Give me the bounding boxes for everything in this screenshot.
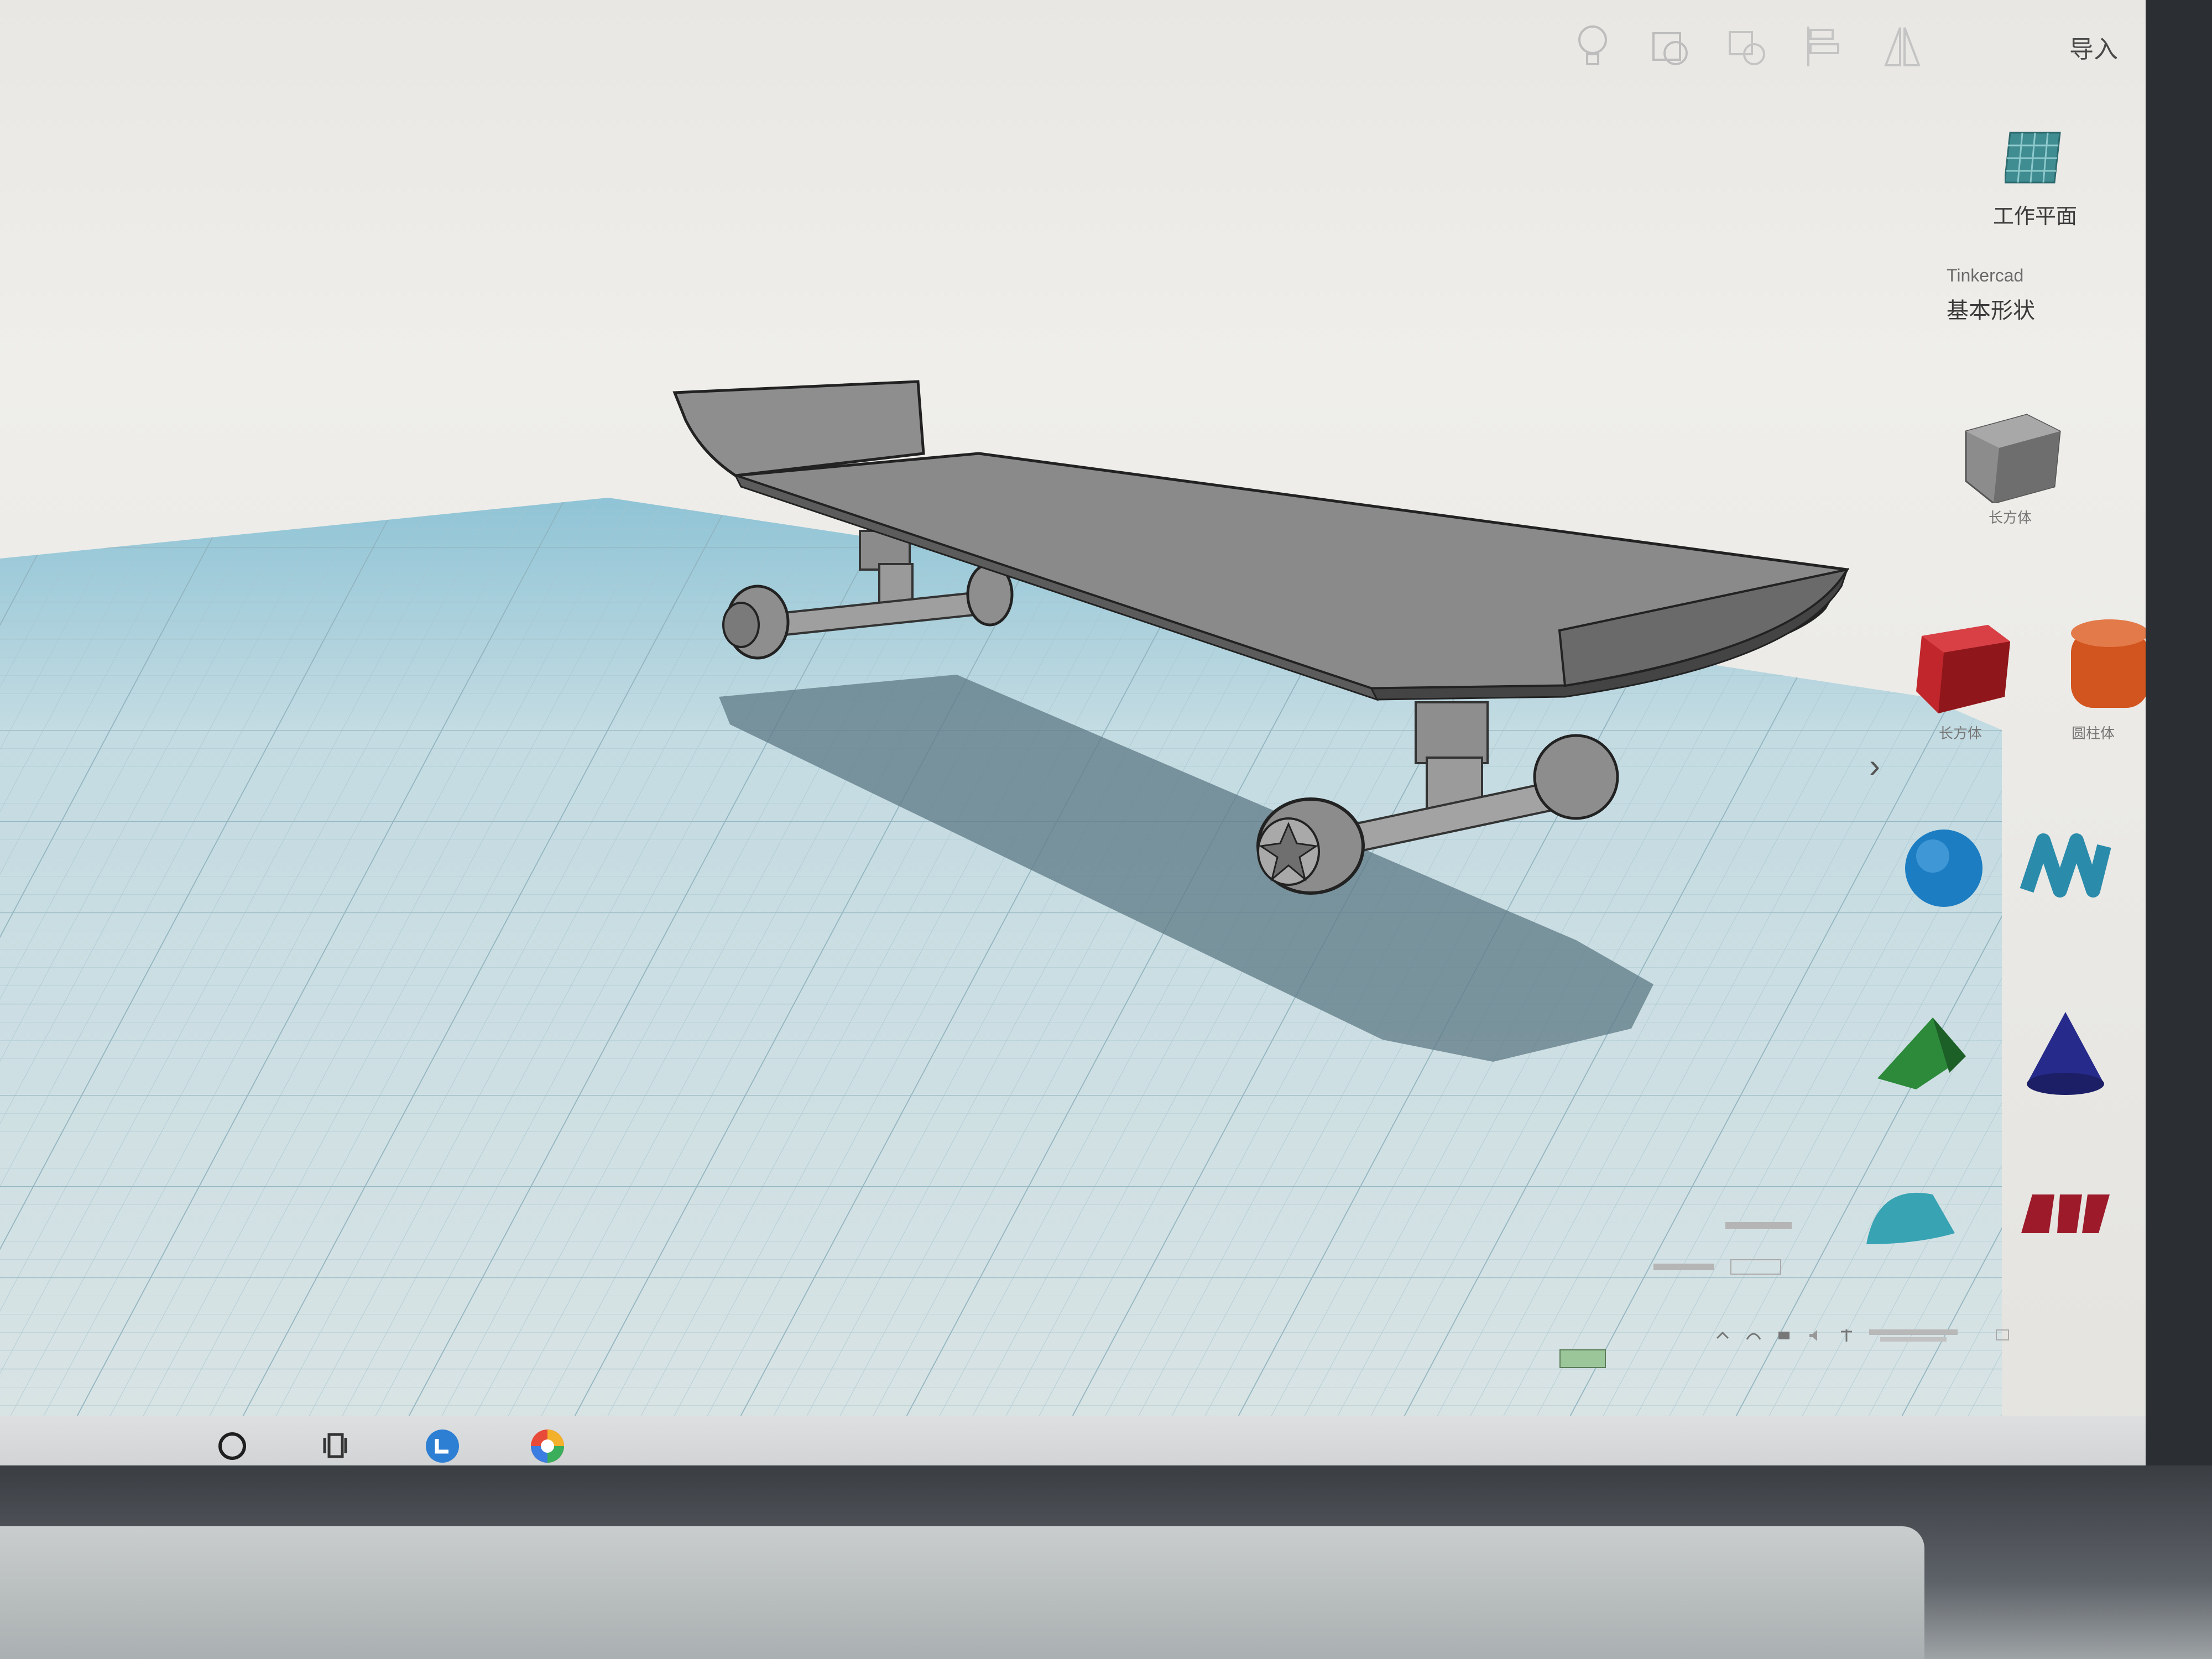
roof-icon — [1877, 1018, 1966, 1089]
shape-scribble-teal[interactable] — [2007, 813, 2124, 979]
mirror-icon[interactable] — [1880, 19, 1924, 75]
status-controls — [1648, 1211, 1847, 1300]
cone-icon — [2027, 1012, 2104, 1095]
cortana-search-button[interactable] — [210, 1424, 254, 1465]
shape-halfcylinder-cyan[interactable] — [1853, 1161, 1969, 1327]
scribble-icon — [2020, 833, 2111, 898]
workplane-icon — [2005, 132, 2061, 184]
text-shape-icon — [2021, 1194, 2110, 1233]
laptop-hinge — [0, 1526, 1924, 1659]
shape-sphere-blue[interactable] — [1886, 813, 2002, 979]
clock-readout[interactable] — [1869, 1327, 1980, 1344]
windows-taskbar — [0, 1416, 2146, 1465]
language-icon[interactable] — [1838, 1327, 1855, 1344]
ungroup-icon[interactable] — [1725, 19, 1770, 75]
group-icon[interactable] — [1648, 19, 1692, 75]
circle-search-icon — [218, 1432, 246, 1460]
blue-app-icon — [426, 1430, 459, 1463]
shape-cone-navy[interactable] — [2002, 995, 2118, 1161]
library-source-label: Tinkercad — [1947, 265, 2024, 285]
battery-icon[interactable] — [1776, 1327, 1793, 1344]
shape-library-dropdown[interactable]: Tinkercad 基本形状 — [1947, 265, 2112, 325]
box-icon — [1916, 625, 2010, 713]
half-cylinder-icon — [1866, 1192, 1955, 1244]
box-hole-icon — [1965, 414, 2061, 503]
app-blue-button[interactable] — [420, 1424, 465, 1465]
lightbulb-icon[interactable] — [1571, 19, 1615, 75]
monitor-screen: 导入 › 工作平面 Tinkercad 基本形状 长方体 长方体 圆柱体 — [0, 0, 2146, 1465]
notification-icon[interactable] — [1994, 1327, 2011, 1344]
shape-label: 长方体 — [1938, 726, 1982, 742]
shapes-panel: › 工作平面 Tinkercad 基本形状 长方体 长方体 圆柱体 — [1866, 94, 2146, 1454]
shape-roof-green[interactable] — [1864, 995, 1980, 1161]
task-view-button[interactable] — [315, 1424, 359, 1465]
shape-box-red[interactable]: 长方体 — [1902, 608, 2018, 774]
sphere-icon — [1905, 830, 1983, 907]
workplane-label: 工作平面 — [1992, 204, 2077, 228]
battery-indicator — [1559, 1349, 1606, 1368]
app-browser-button[interactable] — [525, 1424, 570, 1465]
library-category-label: 基本形状 — [1947, 298, 2035, 324]
shape-label: 圆柱体 — [2071, 726, 2115, 742]
browser-icon — [531, 1430, 564, 1463]
chevron-up-icon[interactable] — [1714, 1327, 1731, 1344]
system-tray — [1714, 1322, 2101, 1349]
import-button[interactable]: 导入 — [2069, 29, 2118, 65]
shape-text-red[interactable] — [2002, 1161, 2118, 1327]
cylinder-icon — [2071, 619, 2146, 708]
panel-collapse-button[interactable]: › — [1869, 747, 1880, 785]
snap-grid-controls — [1653, 1222, 1792, 1275]
shape-cylinder-orange[interactable]: 圆柱体 — [2035, 608, 2146, 774]
volume-icon[interactable] — [1807, 1327, 1824, 1344]
top-toolbar: 导入 — [1537, 0, 2146, 94]
shape-label: 长方体 — [1988, 510, 2032, 526]
workplane-button[interactable]: 工作平面 — [1974, 127, 2096, 238]
task-view-icon — [323, 1433, 347, 1458]
align-icon[interactable] — [1803, 19, 1847, 75]
shape-box-gray[interactable]: 长方体 — [1952, 393, 2068, 559]
network-icon[interactable] — [1745, 1327, 1762, 1344]
